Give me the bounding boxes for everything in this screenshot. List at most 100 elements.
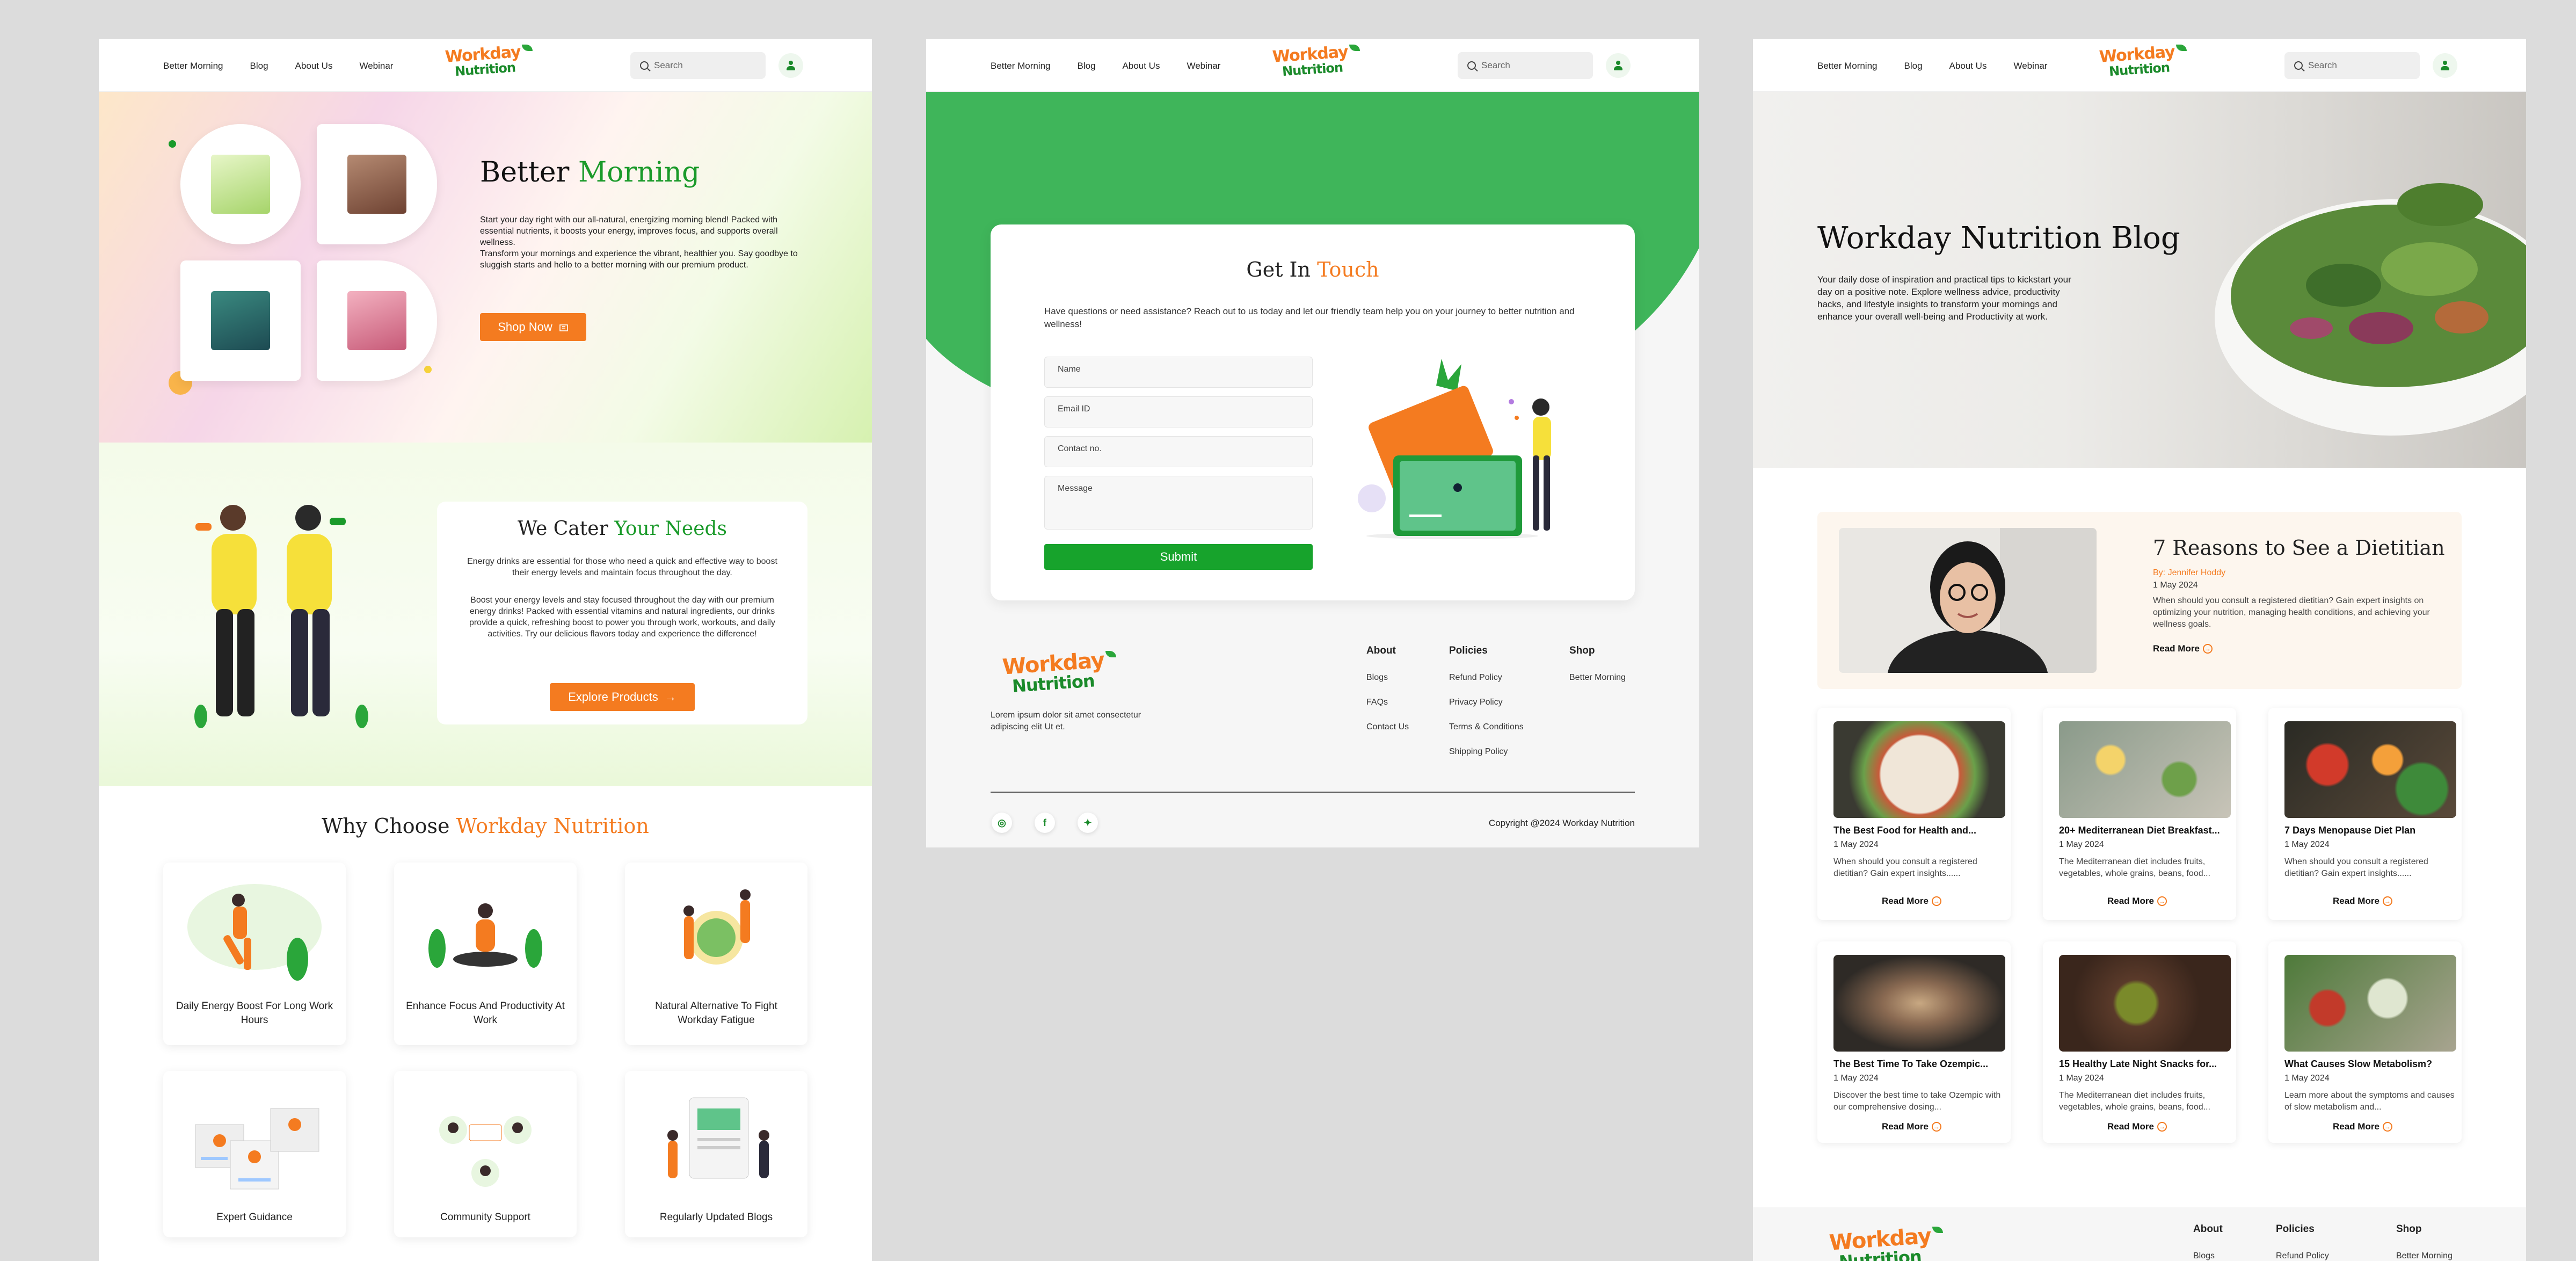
blog-card[interactable]: The Best Food for Health and... 1 May 20… <box>1817 708 2011 920</box>
feature-card[interactable]: Community Support <box>394 1071 577 1237</box>
blog-card[interactable]: 7 Days Menopause Diet Plan 1 May 2024 Wh… <box>2268 708 2462 920</box>
footer-link-contact-us[interactable]: Contact Us <box>1366 722 1409 732</box>
nav-link-webinar[interactable]: Webinar <box>2013 61 2047 71</box>
blog-card[interactable]: 20+ Mediterranean Diet Breakfast... 1 Ma… <box>2043 708 2236 920</box>
why-choose-section: Why Choose Workday Nutrition Daily Energ… <box>99 786 872 1261</box>
logo[interactable]: Workday Nutrition <box>2099 42 2187 79</box>
user-account-button[interactable] <box>2433 53 2457 78</box>
nav-link-blog[interactable]: Blog <box>1078 61 1096 71</box>
read-more-link[interactable]: Read More → <box>2333 896 2392 907</box>
decor-dot <box>169 140 176 148</box>
nav-link-blog[interactable]: Blog <box>1904 61 1923 71</box>
top-nav: Better Morning Blog About Us Webinar Wor… <box>1753 39 2526 92</box>
nav-link-about-us[interactable]: About Us <box>1123 61 1160 71</box>
read-more-link[interactable]: Read More → <box>2333 1121 2392 1132</box>
cater-card: We Cater Your Needs Energy drinks are es… <box>437 502 807 724</box>
twitter-icon[interactable]: ✦ <box>1078 813 1098 833</box>
footer-logo[interactable]: Workday Nutrition <box>1002 648 1116 697</box>
leaf-icon <box>1349 45 1360 51</box>
instagram-icon[interactable]: ◎ <box>992 813 1012 833</box>
footer-link-terms[interactable]: Terms & Conditions <box>1449 722 1524 732</box>
product-image[interactable] <box>180 124 301 244</box>
footer-link-better-morning[interactable]: Better Morning <box>2396 1251 2453 1261</box>
featured-post[interactable]: 7 Reasons to See a Dietitian By: Jennife… <box>1817 512 2462 689</box>
footer-tagline: Lorem ipsum dolor sit amet consectetur a… <box>991 711 1141 731</box>
energy-illustration <box>187 884 322 981</box>
search-input[interactable]: Search <box>2284 52 2420 79</box>
footer-column-about: About Blogs FAQs Contact Us <box>1366 645 1409 732</box>
nav-link-better-morning[interactable]: Better Morning <box>991 61 1051 71</box>
product-image[interactable] <box>317 260 437 381</box>
footer-link-shipping-policy[interactable]: Shipping Policy <box>1449 747 1524 757</box>
footer-link-better-morning[interactable]: Better Morning <box>1569 673 1626 683</box>
logo[interactable]: Workday Nutrition <box>445 42 533 79</box>
leaf-icon <box>2175 45 2187 51</box>
contact-card: Get In Touch Have questions or need assi… <box>991 224 1635 600</box>
shop-now-button[interactable]: Shop Now <box>480 313 586 341</box>
read-more-link[interactable]: Read More → <box>2107 1121 2167 1132</box>
feature-card[interactable]: Enhance Focus And Productivity At Work <box>394 863 577 1045</box>
nav-link-better-morning[interactable]: Better Morning <box>163 61 223 71</box>
nav-link-better-morning[interactable]: Better Morning <box>1817 61 1878 71</box>
blog-card[interactable]: The Best Time To Take Ozempic... 1 May 2… <box>1817 941 2011 1143</box>
read-more-link[interactable]: Read More → <box>1882 896 1941 907</box>
product-image[interactable] <box>317 124 437 244</box>
logo[interactable]: Workday Nutrition <box>1272 42 1360 79</box>
nav-link-webinar[interactable]: Webinar <box>359 61 393 71</box>
search-input[interactable]: Search <box>1458 52 1593 79</box>
user-account-button[interactable] <box>1606 53 1631 78</box>
footer-column-shop: Shop Better Morning <box>1569 645 1626 683</box>
blog-card[interactable]: What Causes Slow Metabolism? 1 May 2024 … <box>2268 941 2462 1143</box>
read-more-link[interactable]: Read More → <box>1882 1121 1941 1132</box>
name-field[interactable]: Name <box>1044 357 1313 388</box>
footer-divider <box>991 792 1635 793</box>
explore-products-button[interactable]: Explore Products → <box>550 683 695 711</box>
user-account-button[interactable] <box>778 53 803 78</box>
nav-links: Better Morning Blog About Us Webinar <box>1817 61 2047 71</box>
blog-card[interactable]: 15 Healthy Late Night Snacks for... 1 Ma… <box>2043 941 2236 1143</box>
contact-number-field[interactable]: Contact no. <box>1044 436 1313 467</box>
copyright: Copyright @2024 Workday Nutrition <box>1488 818 1635 828</box>
product-image[interactable] <box>180 260 301 381</box>
nav-links: Better Morning Blog About Us Webinar <box>991 61 1220 71</box>
top-nav: Better Morning Blog About Us Webinar Wor… <box>926 39 1699 92</box>
arrow-right-icon: → <box>2157 896 2167 906</box>
contact-title: Get In Touch <box>1246 258 1379 281</box>
footer-logo[interactable]: Workday Nutrition <box>1829 1223 1943 1261</box>
nav-link-about-us[interactable]: About Us <box>1949 61 1987 71</box>
nav-link-webinar[interactable]: Webinar <box>1187 61 1220 71</box>
feature-card[interactable]: Natural Alternative To Fight Workday Fat… <box>625 863 807 1045</box>
message-field[interactable]: Message <box>1044 476 1313 530</box>
facebook-icon[interactable]: f <box>1035 813 1055 833</box>
footer-link-faqs[interactable]: FAQs <box>1366 698 1409 707</box>
blog-card-image <box>2284 955 2456 1052</box>
featured-post-excerpt: When should you consult a registered die… <box>2153 596 2430 629</box>
expert-guidance-illustration <box>195 1108 319 1190</box>
nav-link-about-us[interactable]: About Us <box>295 61 333 71</box>
blog-card-image <box>1833 721 2005 818</box>
arrow-right-icon: → <box>2202 644 2213 654</box>
blog-hero: Workday Nutrition Blog Your daily dose o… <box>1753 92 2526 468</box>
footer-link-refund-policy[interactable]: Refund Policy <box>1449 673 1524 683</box>
why-choose-title: Why Choose Workday Nutrition <box>322 814 649 838</box>
contact-section: Get In Touch Have questions or need assi… <box>926 92 1699 629</box>
arrow-right-icon: → <box>2382 896 2392 906</box>
footer-column-policies: Policies Refund Policy Privacy Policy Te… <box>1449 645 1524 757</box>
email-field[interactable]: Email ID <box>1044 396 1313 427</box>
submit-button[interactable]: Submit <box>1044 544 1313 570</box>
search-input[interactable]: Search <box>630 52 766 79</box>
featured-read-more-link[interactable]: Read More → <box>2153 643 2213 654</box>
footer-link-blogs[interactable]: Blogs <box>1366 673 1409 683</box>
blog-card-image <box>2059 955 2231 1052</box>
read-more-link[interactable]: Read More → <box>2107 896 2167 907</box>
featured-post-title[interactable]: 7 Reasons to See a Dietitian <box>2153 536 2445 560</box>
nav-link-blog[interactable]: Blog <box>250 61 268 71</box>
feature-card[interactable]: Expert Guidance <box>163 1071 346 1237</box>
footer-link-privacy-policy[interactable]: Privacy Policy <box>1449 698 1524 707</box>
footer-link-refund-policy[interactable]: Refund Policy <box>2276 1251 2329 1261</box>
feature-card[interactable]: Daily Energy Boost For Long Work Hours <box>163 863 346 1045</box>
salad-bowl-image <box>2215 183 2526 436</box>
search-icon <box>1467 61 1476 70</box>
footer-link-blogs[interactable]: Blogs <box>2193 1251 2223 1261</box>
feature-card[interactable]: Regularly Updated Blogs <box>625 1071 807 1237</box>
